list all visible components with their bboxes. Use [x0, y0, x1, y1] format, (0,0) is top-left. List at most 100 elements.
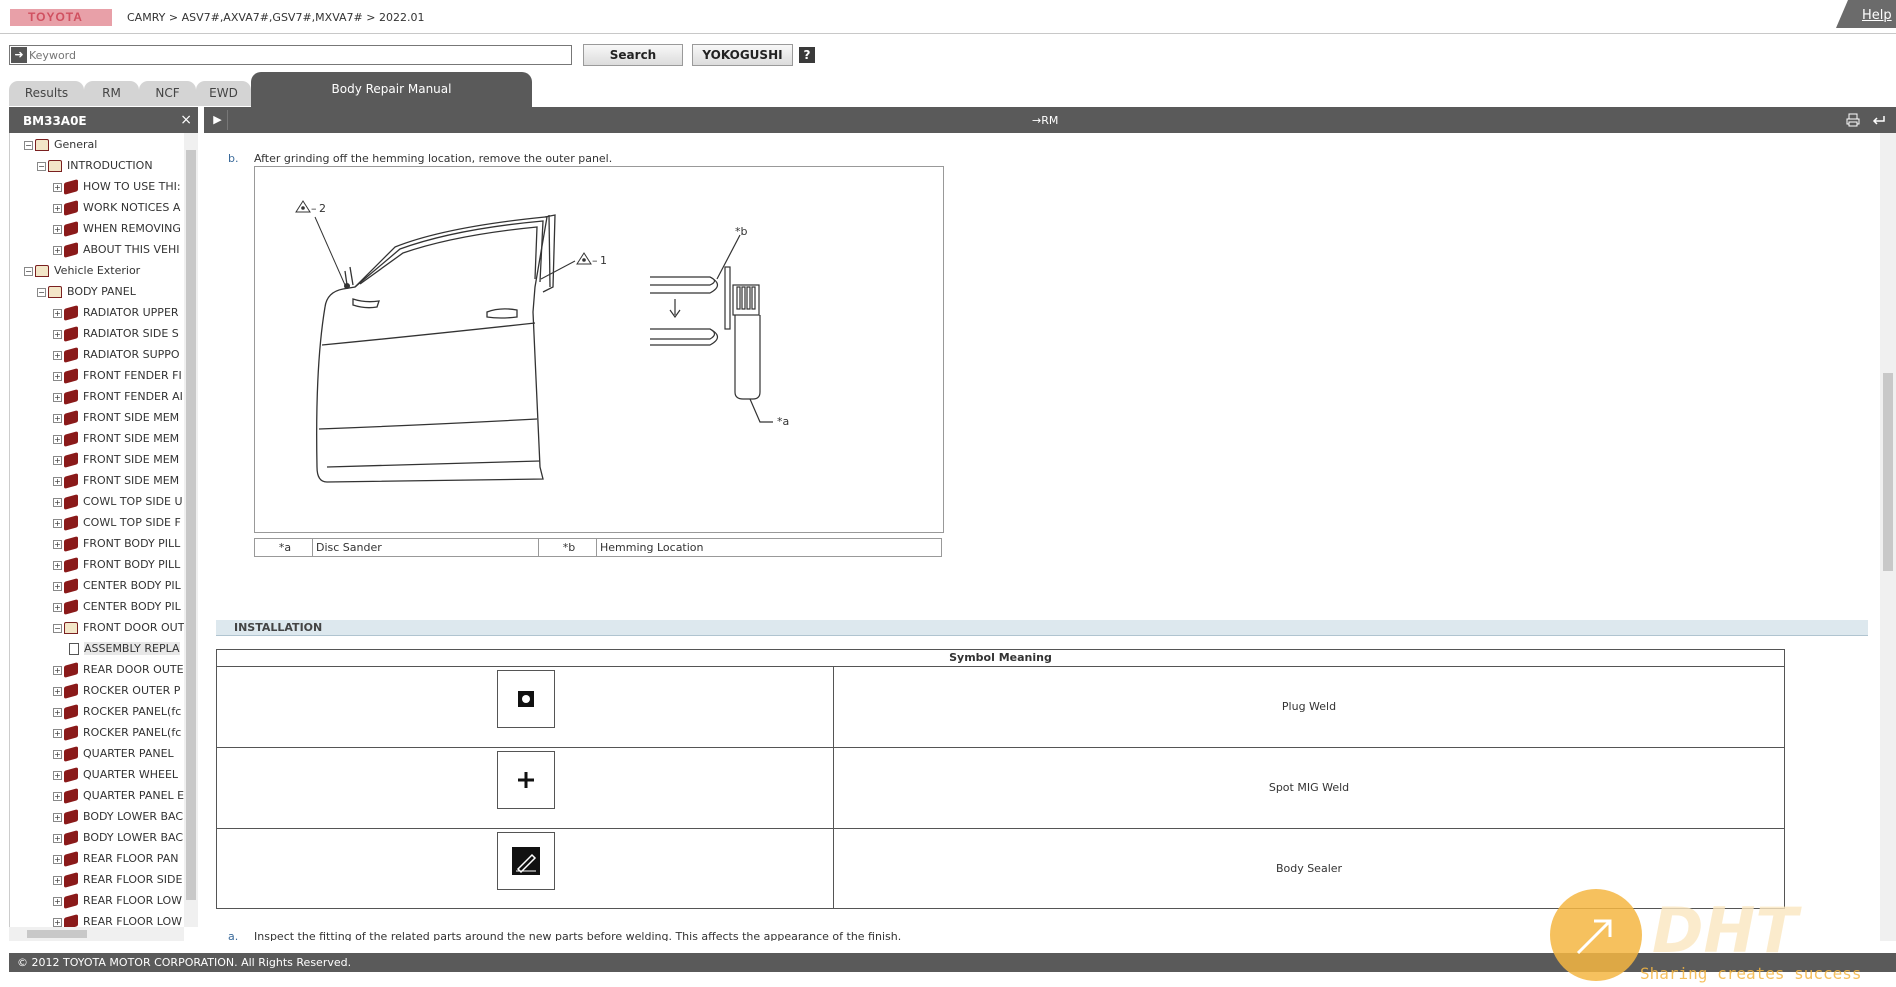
- tree-vertical-scrollbar[interactable]: [184, 133, 198, 927]
- expand-icon[interactable]: +: [53, 560, 62, 570]
- tree-item[interactable]: + REAR FLOOR LOW: [53, 913, 182, 927]
- expand-icon[interactable]: +: [53, 728, 62, 738]
- tree-item[interactable]: + ABOUT THIS VEHI: [53, 241, 180, 258]
- svg-text:–: –: [592, 254, 598, 267]
- tree-horizontal-scrollbar[interactable]: [9, 927, 184, 941]
- tree-item[interactable]: − FRONT DOOR OUT: [53, 619, 184, 636]
- tree-item[interactable]: + FRONT SIDE MEM: [53, 430, 179, 447]
- tree-item[interactable]: + FRONT FENDER AI: [53, 388, 183, 405]
- expand-icon[interactable]: +: [53, 371, 62, 381]
- open-book-icon: [64, 622, 78, 634]
- tree-item[interactable]: + RADIATOR UPPER: [53, 304, 179, 321]
- yokogushi-button[interactable]: YOKOGUSHI: [692, 44, 793, 66]
- expand-icon[interactable]: +: [53, 434, 62, 444]
- expand-icon[interactable]: +: [53, 413, 62, 423]
- tree-item[interactable]: + RADIATOR SUPPO: [53, 346, 180, 363]
- tree-item[interactable]: + ROCKER PANEL(fc: [53, 724, 181, 741]
- tab-body-repair-manual[interactable]: Body Repair Manual: [251, 72, 532, 107]
- tree-item[interactable]: + FRONT BODY PILL: [53, 556, 180, 573]
- expand-icon[interactable]: +: [53, 308, 62, 318]
- close-icon[interactable]: ×: [180, 112, 192, 128]
- expand-icon[interactable]: +: [53, 539, 62, 549]
- tree-item[interactable]: − BODY PANEL: [37, 283, 136, 300]
- collapse-icon[interactable]: −: [37, 287, 46, 297]
- play-icon[interactable]: ▶: [208, 110, 228, 130]
- tree-item[interactable]: + FRONT SIDE MEM: [53, 409, 179, 426]
- expand-icon[interactable]: +: [53, 329, 62, 339]
- help-link[interactable]: Help: [1836, 0, 1896, 28]
- tree-item[interactable]: ASSEMBLY REPLA: [66, 640, 180, 657]
- expand-icon[interactable]: +: [53, 875, 62, 885]
- plug-weld-icon: [497, 670, 555, 728]
- help-question-button[interactable]: ?: [799, 47, 815, 63]
- expand-icon[interactable]: +: [53, 707, 62, 717]
- expand-icon[interactable]: +: [53, 455, 62, 465]
- expand-icon[interactable]: +: [53, 350, 62, 360]
- legend-key: *a: [255, 539, 313, 556]
- tab-rm[interactable]: RM: [84, 81, 139, 106]
- tree-item[interactable]: + BODY LOWER BAC: [53, 829, 183, 846]
- tree-item[interactable]: + FRONT SIDE MEM: [53, 451, 179, 468]
- expand-icon[interactable]: +: [53, 812, 62, 822]
- tree-item[interactable]: + COWL TOP SIDE F: [53, 514, 181, 531]
- expand-icon[interactable]: +: [53, 476, 62, 486]
- tree-item[interactable]: + FRONT SIDE MEM: [53, 472, 179, 489]
- back-icon[interactable]: [1872, 113, 1886, 127]
- tree-item[interactable]: + BODY LOWER BAC: [53, 808, 183, 825]
- tree-item[interactable]: + ROCKER PANEL(fc: [53, 703, 181, 720]
- tree-item[interactable]: + QUARTER PANEL E: [53, 787, 184, 804]
- expand-icon[interactable]: +: [53, 770, 62, 780]
- collapse-icon[interactable]: −: [24, 140, 33, 150]
- expand-icon[interactable]: +: [53, 854, 62, 864]
- expand-icon[interactable]: +: [53, 917, 62, 927]
- tree-item[interactable]: − Vehicle Exterior: [24, 262, 140, 279]
- tree-item[interactable]: − INTRODUCTION: [37, 157, 153, 174]
- search-button[interactable]: Search: [583, 44, 683, 66]
- tree-item[interactable]: + CENTER BODY PIL: [53, 598, 181, 615]
- tree-item[interactable]: + FRONT FENDER FI: [53, 367, 182, 384]
- tab-ewd[interactable]: EWD: [196, 81, 251, 106]
- tab-results[interactable]: Results: [9, 81, 84, 106]
- tree-item[interactable]: + REAR FLOOR PAN: [53, 850, 178, 867]
- rm-link[interactable]: →RM: [1032, 114, 1058, 127]
- spot-mig-weld-icon: [497, 751, 555, 809]
- expand-icon[interactable]: +: [53, 602, 62, 612]
- expand-icon[interactable]: +: [53, 203, 62, 213]
- tree-item[interactable]: + HOW TO USE THI:: [53, 178, 181, 195]
- tree-item[interactable]: + REAR FLOOR LOW: [53, 892, 182, 909]
- collapse-icon[interactable]: −: [53, 623, 62, 633]
- tree-item[interactable]: + CENTER BODY PIL: [53, 577, 181, 594]
- expand-icon[interactable]: +: [53, 896, 62, 906]
- tree-item[interactable]: + RADIATOR SIDE S: [53, 325, 179, 342]
- expand-icon[interactable]: +: [53, 749, 62, 759]
- expand-icon[interactable]: +: [53, 392, 62, 402]
- tree-item[interactable]: − General: [24, 136, 97, 153]
- expand-icon[interactable]: +: [53, 791, 62, 801]
- collapse-icon[interactable]: −: [24, 266, 33, 276]
- expand-icon[interactable]: +: [53, 686, 62, 696]
- collapse-icon[interactable]: −: [37, 161, 46, 171]
- expand-icon[interactable]: +: [53, 581, 62, 591]
- tree-item[interactable]: + WHEN REMOVING: [53, 220, 181, 237]
- tree-item-label: FRONT SIDE MEM: [83, 453, 180, 466]
- tree-item[interactable]: + REAR DOOR OUTE: [53, 661, 184, 678]
- tree-item[interactable]: + QUARTER WHEEL: [53, 766, 178, 783]
- expand-icon[interactable]: +: [53, 224, 62, 234]
- symbol-table-header: Symbol Meaning: [217, 650, 1784, 667]
- tab-ncf[interactable]: NCF: [139, 81, 196, 106]
- tree-item[interactable]: + REAR FLOOR SIDE: [53, 871, 182, 888]
- expand-icon[interactable]: +: [53, 245, 62, 255]
- tree-item[interactable]: + COWL TOP SIDE U: [53, 493, 183, 510]
- tree-item[interactable]: + FRONT BODY PILL: [53, 535, 180, 552]
- tree-item[interactable]: + QUARTER PANEL: [53, 745, 174, 762]
- content-vertical-scrollbar[interactable]: [1880, 133, 1896, 941]
- expand-icon[interactable]: +: [53, 518, 62, 528]
- expand-icon[interactable]: +: [53, 833, 62, 843]
- print-icon[interactable]: [1846, 113, 1860, 127]
- tree-item[interactable]: + WORK NOTICES A: [53, 199, 180, 216]
- expand-icon[interactable]: +: [53, 182, 62, 192]
- tree-item[interactable]: + ROCKER OUTER P: [53, 682, 180, 699]
- expand-icon[interactable]: +: [53, 665, 62, 675]
- expand-icon[interactable]: +: [53, 497, 62, 507]
- keyword-input[interactable]: [29, 47, 569, 63]
